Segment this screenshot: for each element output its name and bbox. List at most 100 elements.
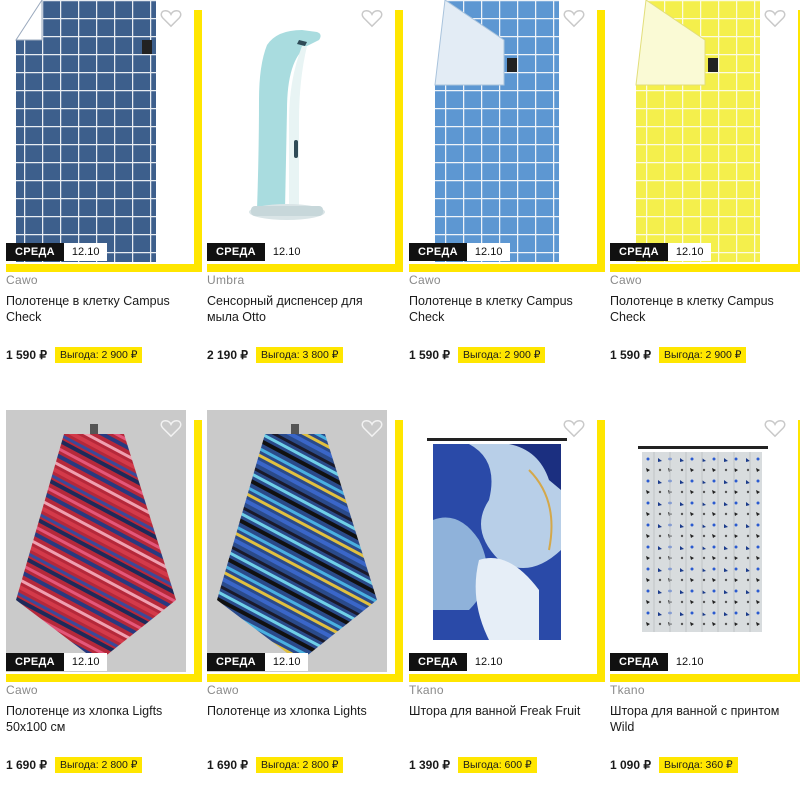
accent-stripe: [6, 674, 202, 682]
badge-date: 12.10: [63, 243, 108, 261]
accent-stripe: [597, 10, 605, 272]
favorite-heart-icon[interactable]: [764, 8, 786, 28]
product-price: 1 590 ₽: [409, 348, 450, 362]
product-image-curtain-freak-fruit[interactable]: [409, 410, 589, 672]
accent-stripe: [6, 264, 202, 272]
accent-stripe: [409, 674, 605, 682]
badge-day: СРЕДА: [409, 243, 467, 261]
day-badge: СРЕДА 12.10: [409, 243, 511, 261]
badge-day: СРЕДА: [6, 243, 64, 261]
price-row: 1 690 ₽ Выгода: 2 800 ₽: [6, 757, 143, 773]
product-brand[interactable]: Cawo: [6, 683, 38, 697]
product-image-towel-check-blue[interactable]: [409, 0, 589, 262]
badge-day: СРЕДА: [207, 653, 265, 671]
badge-date: 12.10: [63, 653, 108, 671]
product-image-frame[interactable]: СРЕДА 12.10: [6, 410, 202, 682]
price-row: 1 090 ₽ Выгода: 360 ₽: [610, 757, 738, 773]
favorite-heart-icon[interactable]: [361, 418, 383, 438]
day-badge: СРЕДА 12.10: [207, 653, 309, 671]
product-price: 1 090 ₽: [610, 758, 651, 772]
price-row: 1 390 ₽ Выгода: 600 ₽: [409, 757, 537, 773]
product-title[interactable]: Штора для ванной с принтом Wild: [610, 703, 795, 735]
product-image-frame[interactable]: СРЕДА 12.10: [409, 410, 605, 682]
favorite-heart-icon[interactable]: [361, 8, 383, 28]
product-brand[interactable]: Tkano: [409, 683, 444, 697]
product-title[interactable]: Полотенце в клетку Campus Check: [610, 293, 795, 325]
accent-stripe: [610, 674, 800, 682]
favorite-heart-icon[interactable]: [160, 8, 182, 28]
product-brand[interactable]: Cawo: [207, 683, 239, 697]
product-title[interactable]: Полотенце в клетку Campus Check: [409, 293, 594, 325]
product-brand[interactable]: Cawo: [610, 273, 642, 287]
day-badge: СРЕДА 12.10: [6, 243, 108, 261]
product-title[interactable]: Полотенце в клетку Campus Check: [6, 293, 191, 325]
accent-stripe: [194, 420, 202, 682]
product-image-frame[interactable]: СРЕДА 12.10: [207, 0, 403, 272]
product-brand[interactable]: Umbra: [207, 273, 245, 287]
product-image-soap-dispenser-mint[interactable]: [207, 0, 387, 262]
accent-stripe: [207, 264, 403, 272]
accent-stripe: [207, 674, 403, 682]
saving-badge: Выгода: 360 ₽: [659, 757, 738, 773]
product-image-frame[interactable]: СРЕДА 12.10: [6, 0, 202, 272]
product-image-frame[interactable]: СРЕДА 12.10: [610, 0, 800, 272]
badge-date: 12.10: [667, 653, 712, 671]
badge-date: 12.10: [466, 653, 511, 671]
product-price: 1 590 ₽: [610, 348, 651, 362]
saving-badge: Выгода: 2 800 ₽: [55, 757, 143, 773]
product-image-towel-check-navy[interactable]: [6, 0, 186, 262]
price-row: 1 590 ₽ Выгода: 2 900 ₽: [409, 347, 546, 363]
price-row: 1 690 ₽ Выгода: 2 800 ₽: [207, 757, 344, 773]
favorite-heart-icon[interactable]: [764, 418, 786, 438]
product-image-towel-check-yellow[interactable]: [610, 0, 790, 262]
day-badge: СРЕДА 12.10: [207, 243, 309, 261]
product-image-frame[interactable]: СРЕДА 12.10: [207, 410, 403, 682]
product-price: 1 690 ₽: [207, 758, 248, 772]
saving-badge: Выгода: 2 900 ₽: [55, 347, 143, 363]
badge-day: СРЕДА: [610, 653, 668, 671]
badge-day: СРЕДА: [409, 653, 467, 671]
accent-stripe: [395, 420, 403, 682]
product-title[interactable]: Полотенце из хлопка Ligfts 50x100 см: [6, 703, 191, 735]
product-brand[interactable]: Tkano: [610, 683, 645, 697]
saving-badge: Выгода: 2 900 ₽: [659, 347, 747, 363]
product-image-frame[interactable]: СРЕДА 12.10: [610, 410, 800, 682]
product-title[interactable]: Полотенце из хлопка Lights: [207, 703, 392, 719]
price-row: 1 590 ₽ Выгода: 2 900 ₽: [610, 347, 747, 363]
product-image-frame[interactable]: СРЕДА 12.10: [409, 0, 605, 272]
product-price: 1 690 ₽: [6, 758, 47, 772]
badge-date: 12.10: [264, 653, 309, 671]
product-image-towel-stripes-blue[interactable]: [207, 410, 387, 672]
saving-badge: Выгода: 3 800 ₽: [256, 347, 344, 363]
product-price: 2 190 ₽: [207, 348, 248, 362]
accent-stripe: [395, 10, 403, 272]
day-badge: СРЕДА 12.10: [610, 653, 712, 671]
badge-date: 12.10: [466, 243, 511, 261]
product-title[interactable]: Штора для ванной Freak Fruit: [409, 703, 594, 719]
badge-day: СРЕДА: [6, 653, 64, 671]
product-image-towel-stripes-red[interactable]: [6, 410, 186, 672]
day-badge: СРЕДА 12.10: [610, 243, 712, 261]
product-price: 1 390 ₽: [409, 758, 450, 772]
product-title[interactable]: Сенсорный диспенсер для мыла Otto: [207, 293, 392, 325]
saving-badge: Выгода: 2 900 ₽: [458, 347, 546, 363]
price-row: 1 590 ₽ Выгода: 2 900 ₽: [6, 347, 143, 363]
badge-date: 12.10: [264, 243, 309, 261]
accent-stripe: [610, 264, 800, 272]
product-image-curtain-wild-print[interactable]: [610, 410, 790, 672]
product-brand[interactable]: Cawo: [409, 273, 441, 287]
price-row: 2 190 ₽ Выгода: 3 800 ₽: [207, 347, 344, 363]
badge-date: 12.10: [667, 243, 712, 261]
product-grid: СРЕДА 12.10 Cawo Полотенце в клетку Camp…: [0, 0, 800, 785]
accent-stripe: [409, 264, 605, 272]
day-badge: СРЕДА 12.10: [6, 653, 108, 671]
product-price: 1 590 ₽: [6, 348, 47, 362]
favorite-heart-icon[interactable]: [563, 418, 585, 438]
favorite-heart-icon[interactable]: [563, 8, 585, 28]
favorite-heart-icon[interactable]: [160, 418, 182, 438]
badge-day: СРЕДА: [610, 243, 668, 261]
saving-badge: Выгода: 600 ₽: [458, 757, 537, 773]
day-badge: СРЕДА 12.10: [409, 653, 511, 671]
product-brand[interactable]: Cawo: [6, 273, 38, 287]
accent-stripe: [194, 10, 202, 272]
